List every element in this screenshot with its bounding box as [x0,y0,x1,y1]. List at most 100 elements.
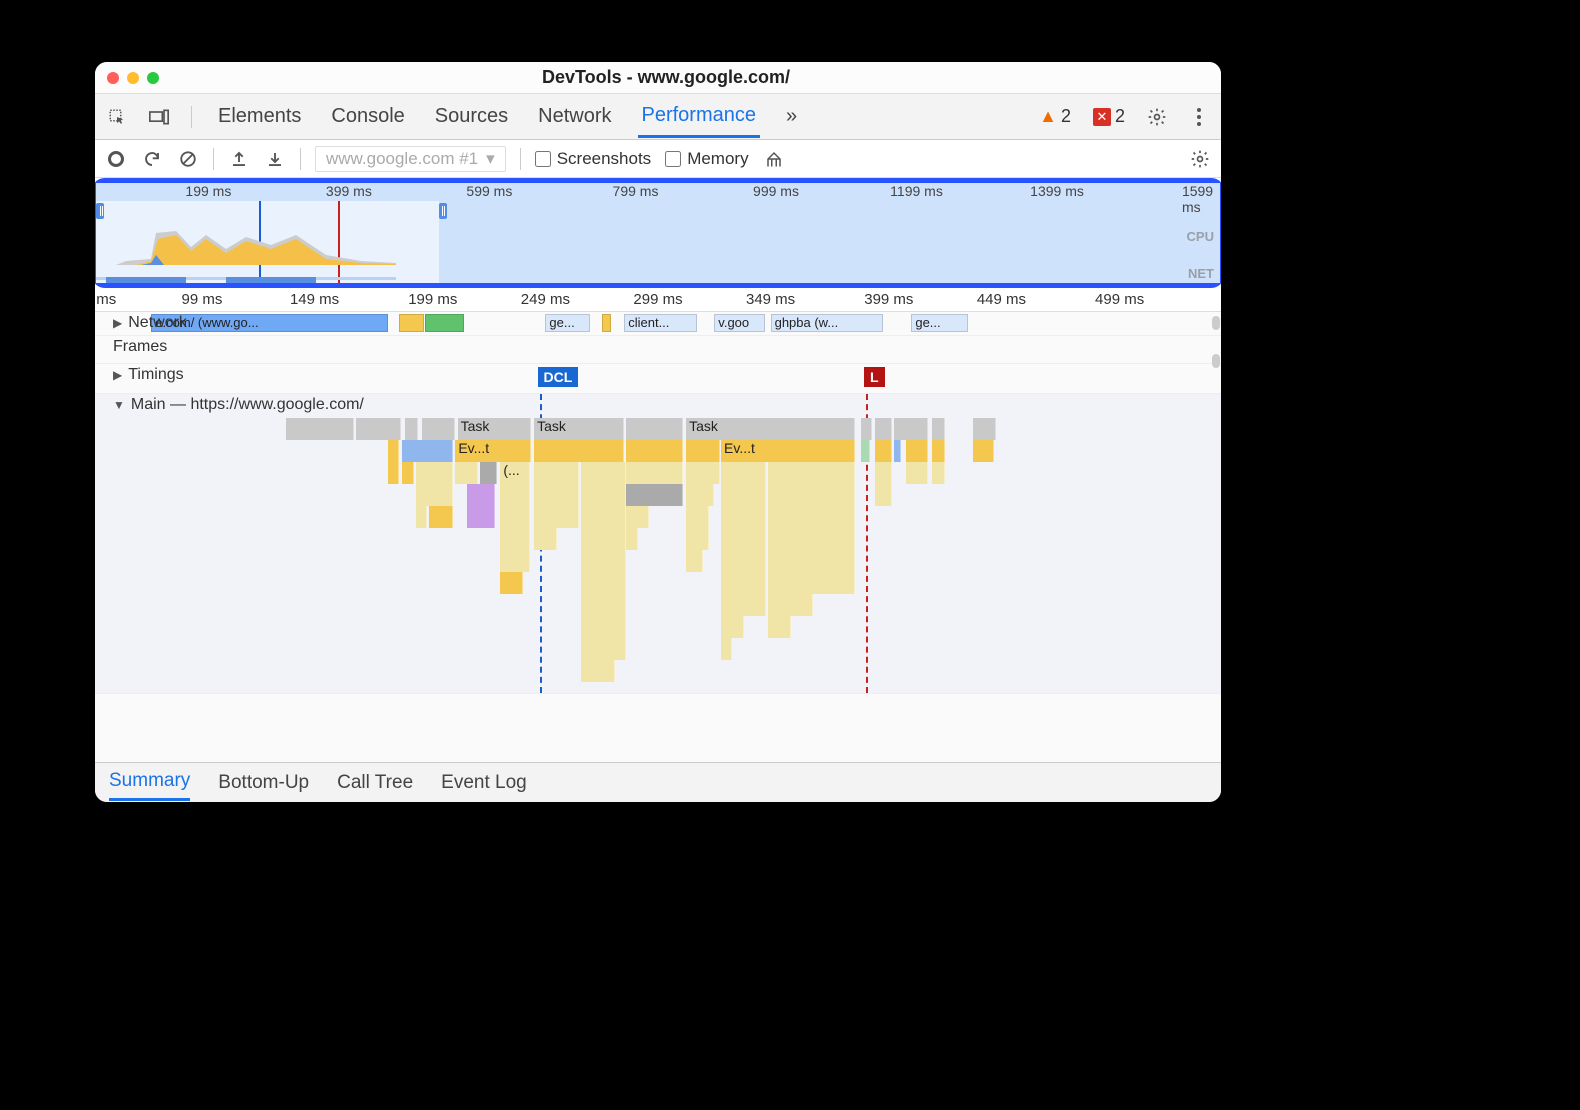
tab-performance[interactable]: Performance [638,96,761,138]
network-track-label[interactable]: ▶ Network [113,314,187,332]
flame-bar[interactable] [581,528,626,550]
timing-mark-l[interactable]: L [864,367,885,387]
tab-bottom-up[interactable]: Bottom-Up [218,766,309,800]
flame-bar[interactable] [626,528,637,550]
recording-select[interactable]: www.google.com #1 ▾ [315,146,506,172]
flame-bar[interactable] [721,462,766,484]
warnings-badge[interactable]: ▲ 2 [1039,106,1071,127]
disclosure-triangle-icon[interactable]: ▶ [113,316,122,330]
flame-bar[interactable]: Ev...t [455,440,530,462]
flame-chart[interactable]: TaskTaskTaskEv...tEv...t(... [95,418,1221,693]
flame-bar[interactable] [581,594,626,616]
overview-body[interactable]: CPU NET [96,201,1220,283]
flame-bar[interactable] [500,550,529,572]
flame-bar[interactable] [416,484,453,506]
flame-bar[interactable] [581,572,626,594]
flame-bar[interactable]: Task [686,418,855,440]
flame-bar[interactable] [534,528,557,550]
flame-bar[interactable] [932,440,946,462]
main-track[interactable]: ▼ Main — https://www.google.com/ TaskTas… [95,394,1221,694]
flame-bar[interactable] [686,550,703,572]
flame-bar[interactable] [500,528,529,550]
network-request-bar[interactable]: ghpba (w... [771,314,884,332]
flame-bar[interactable] [861,440,870,462]
flame-bar[interactable] [534,484,579,506]
flame-bar[interactable] [422,418,456,440]
flame-bar[interactable] [686,528,709,550]
flame-bar[interactable] [534,506,579,528]
tab-elements[interactable]: Elements [214,97,305,136]
flame-bar[interactable] [286,418,354,440]
memory-checkbox[interactable]: Memory [665,149,748,169]
maximize-window-button[interactable] [147,72,159,84]
tab-summary[interactable]: Summary [109,764,190,801]
flame-bar[interactable] [402,462,413,484]
flame-bar[interactable] [581,550,626,572]
detail-ruler[interactable]: ms99 ms149 ms199 ms249 ms299 ms349 ms399… [95,288,1221,312]
network-request-bar[interactable] [399,314,424,332]
flame-bar[interactable] [861,418,872,440]
flame-bar[interactable] [626,418,682,440]
clear-button[interactable] [177,148,199,170]
flame-bar[interactable] [388,462,399,484]
tracks-area[interactable]: ▶ Network e.com/ (www.go...ge...client..… [95,312,1221,762]
flame-bar[interactable] [721,616,744,638]
flame-bar[interactable]: Task [534,418,624,440]
close-window-button[interactable] [107,72,119,84]
network-track[interactable]: ▶ Network e.com/ (www.go...ge...client..… [95,312,1221,336]
tab-sources[interactable]: Sources [431,97,512,136]
flame-bar[interactable] [768,484,855,506]
flame-bar[interactable] [721,572,766,594]
flame-bar[interactable] [875,462,892,484]
flame-bar[interactable] [768,528,855,550]
capture-settings-gear-icon[interactable] [1189,148,1211,170]
flame-bar[interactable] [686,506,709,528]
network-request-bar[interactable]: v.goo [714,314,765,332]
settings-gear-icon[interactable] [1147,107,1167,127]
flame-bar[interactable] [768,550,855,572]
overview-handle-left[interactable] [96,203,104,219]
flame-bar[interactable] [768,506,855,528]
flame-bar[interactable] [626,440,682,462]
screenshots-checkbox[interactable]: Screenshots [535,149,652,169]
flame-bar[interactable] [768,572,855,594]
scrollbar-thumb[interactable] [1212,316,1220,330]
flame-bar[interactable] [686,440,720,462]
reload-record-button[interactable] [141,148,163,170]
flame-bar[interactable] [721,638,732,660]
frames-track[interactable]: Frames [95,336,1221,364]
flame-bar[interactable] [581,484,626,506]
flame-bar[interactable] [686,484,714,506]
flame-bar[interactable] [894,418,928,440]
flame-bar[interactable] [429,506,453,528]
disclosure-triangle-icon[interactable]: ▶ [113,368,122,382]
flame-bar[interactable] [581,506,626,528]
flame-bar[interactable] [932,418,946,440]
flame-bar[interactable] [480,462,497,484]
flame-bar[interactable] [405,418,419,440]
flame-bar[interactable] [402,440,453,462]
flame-bar[interactable] [500,484,529,506]
flame-bar[interactable] [467,484,495,506]
upload-profile-icon[interactable] [228,148,250,170]
flame-bar[interactable] [768,462,855,484]
flame-bar[interactable]: (... [500,462,529,484]
disclosure-triangle-open-icon[interactable]: ▼ [113,398,125,412]
network-request-bar[interactable]: ge... [911,314,967,332]
timings-track-label[interactable]: ▶ Timings [113,366,184,384]
tab-event-log[interactable]: Event Log [441,766,527,800]
flame-bar[interactable] [906,440,929,462]
kebab-menu-icon[interactable] [1189,107,1209,127]
flame-bar[interactable] [894,440,901,462]
flame-bar[interactable] [721,528,766,550]
flame-bar[interactable] [356,418,401,440]
errors-badge[interactable]: ✕ 2 [1093,106,1125,127]
main-track-label[interactable]: ▼ Main — https://www.google.com/ [113,396,364,414]
flame-bar[interactable]: Task [458,418,531,440]
flame-bar[interactable] [875,484,892,506]
overview-timeline[interactable]: 199 ms399 ms599 ms799 ms999 ms1199 ms139… [96,183,1220,283]
flame-bar[interactable] [581,660,615,682]
flame-bar[interactable] [973,440,993,462]
flame-bar[interactable] [581,638,626,660]
flame-bar[interactable] [721,594,766,616]
